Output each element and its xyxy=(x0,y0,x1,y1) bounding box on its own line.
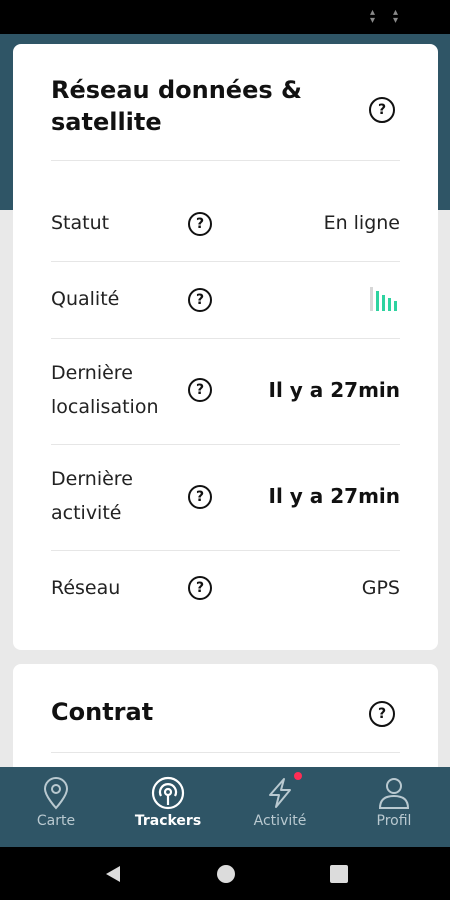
question-circle-icon[interactable]: ? xyxy=(369,97,395,123)
bottom-nav: Carte Trackers Activité Profil xyxy=(0,767,450,847)
home-icon[interactable] xyxy=(216,864,236,884)
nav-item-carte[interactable]: Carte xyxy=(0,767,112,847)
row-label-qualite: Qualité xyxy=(51,288,120,310)
row-label-statut: Statut xyxy=(51,212,110,234)
nav-label-carte: Carte xyxy=(36,813,76,829)
signal-strength-icon xyxy=(370,287,397,311)
question-circle-icon[interactable]: ? xyxy=(188,576,212,600)
row-label-reseau: Réseau xyxy=(51,577,121,599)
row-label-derniere-localisation: Dernière localisation xyxy=(51,362,159,418)
question-circle-icon[interactable]: ? xyxy=(369,701,395,727)
divider xyxy=(51,160,400,161)
signal-status-icon: ▴ ▾ xyxy=(369,7,375,26)
divider xyxy=(51,338,400,339)
system-nav-bar xyxy=(0,847,450,900)
nav-label-activite: Activité xyxy=(253,813,307,829)
question-circle-icon[interactable]: ? xyxy=(188,485,212,509)
nav-item-trackers[interactable]: Trackers xyxy=(112,767,224,847)
nav-label-profil: Profil xyxy=(376,813,412,829)
row-value-reseau: GPS xyxy=(361,577,400,599)
user-icon xyxy=(378,778,410,809)
row-value-derniere-localisation: Il y a 27min xyxy=(268,378,400,402)
nav-label-trackers: Trackers xyxy=(134,813,202,829)
contract-card-title: Contrat xyxy=(51,698,154,726)
row-value-statut: En ligne xyxy=(323,212,400,234)
question-circle-icon[interactable]: ? xyxy=(188,378,212,402)
question-circle-icon[interactable]: ? xyxy=(188,212,212,236)
back-icon[interactable] xyxy=(103,864,123,884)
question-circle-icon[interactable]: ? xyxy=(188,288,212,312)
divider xyxy=(51,752,400,753)
map-pin-icon xyxy=(43,777,69,810)
network-card: Réseau données & satellite ? Statut ? En… xyxy=(13,44,438,650)
row-value-derniere-activite: Il y a 27min xyxy=(268,484,400,508)
notification-badge xyxy=(294,772,302,780)
nav-item-activite[interactable]: Activité xyxy=(224,767,336,847)
network-card-title: Réseau données & satellite xyxy=(51,76,302,136)
divider xyxy=(51,261,400,262)
lightning-icon xyxy=(269,778,291,808)
divider xyxy=(51,550,400,551)
status-bar: ▴ ▾ ▴ ▾ xyxy=(0,0,450,34)
tracker-icon xyxy=(151,776,185,810)
status-icons: ▴ ▾ ▴ ▾ xyxy=(369,7,398,26)
data-status-icon: ▴ ▾ xyxy=(392,7,398,26)
divider xyxy=(51,444,400,445)
row-label-derniere-activite: Dernière activité xyxy=(51,468,133,524)
nav-item-profil[interactable]: Profil xyxy=(338,767,450,847)
recents-icon[interactable] xyxy=(329,864,349,884)
